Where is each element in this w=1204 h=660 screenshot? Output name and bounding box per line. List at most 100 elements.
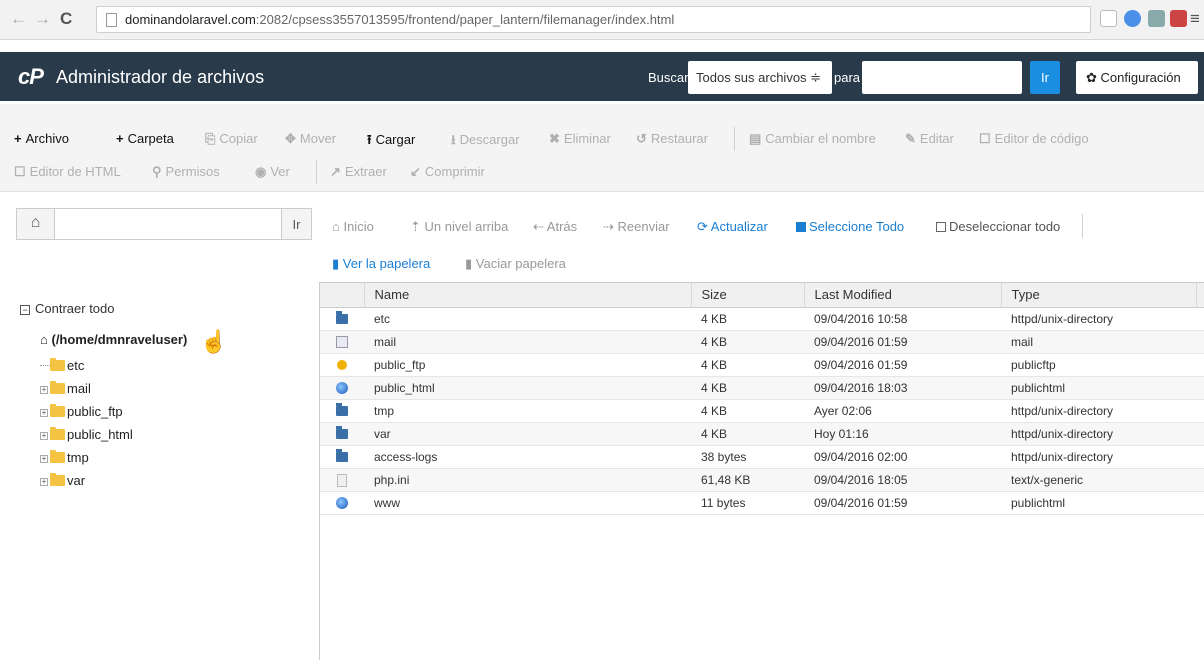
table-row[interactable]: mail 4 KB 09/04/2016 01:59 mail xyxy=(320,330,1204,354)
type-column-header[interactable]: Type xyxy=(1001,283,1197,308)
table-row[interactable]: php.ini 61,48 KB 09/04/2016 18:05 text/x-ge… xyxy=(320,468,1204,492)
toolbar-divider xyxy=(734,127,735,151)
address-bar[interactable]: dominandolaravel.com:2082/cpsess35570135… xyxy=(96,6,1091,33)
download-button[interactable]: ⭳ Descargar xyxy=(451,131,520,153)
file-icon-cell xyxy=(320,422,364,446)
code-editor-icon: ☐ xyxy=(979,131,991,146)
file-size: 61,48 KB xyxy=(691,468,804,492)
path-input[interactable] xyxy=(54,208,282,240)
edit-button[interactable]: ✎ Editar xyxy=(905,131,954,147)
bookmark-star-icon[interactable] xyxy=(1100,10,1117,27)
collapse-all-link[interactable]: − Contraer todo xyxy=(20,301,115,316)
extract-icon: ↗ xyxy=(330,164,341,179)
rename-button[interactable]: ▤ Cambiar el nombre xyxy=(749,131,876,147)
folder-icon xyxy=(50,404,65,417)
extension-icon[interactable] xyxy=(1148,10,1165,27)
view-trash-link[interactable]: ▮ Ver la papelera xyxy=(332,256,430,272)
tree-root[interactable]: ⌂ (/home/dmnraveluser) xyxy=(40,332,187,347)
search-scope-select[interactable]: Todos sus archivos ≑ xyxy=(688,61,832,94)
file-name[interactable]: tmp xyxy=(364,399,691,423)
delete-button[interactable]: ✖ Eliminar xyxy=(549,131,611,147)
empty-trash-link[interactable]: ▮ Vaciar papelera xyxy=(465,256,566,272)
tree-item-public-ftp[interactable]: + public_ftp xyxy=(40,404,123,419)
search-label: Buscar xyxy=(648,70,689,85)
button-label: Eliminar xyxy=(563,131,611,146)
file-size: 4 KB xyxy=(691,422,804,446)
tree-item-mail[interactable]: + mail xyxy=(40,381,91,396)
row-end xyxy=(1196,468,1204,492)
file-name[interactable]: var xyxy=(364,422,691,446)
folder-icon xyxy=(336,449,348,463)
upload-icon: ⭱ xyxy=(367,132,372,147)
button-label: Cambiar el nombre xyxy=(765,131,876,146)
extension-icon[interactable] xyxy=(1124,10,1141,27)
refresh-link[interactable]: ⟳ Actualizar xyxy=(697,219,768,235)
back-link[interactable]: ⇠ Atrás xyxy=(533,219,577,235)
code-editor-button[interactable]: ☐ Editor de código xyxy=(979,131,1089,147)
html-editor-button[interactable]: ☐ Editor de HTML xyxy=(14,164,121,180)
path-go-button[interactable]: Ir xyxy=(282,208,312,240)
file-name[interactable]: public_html xyxy=(364,376,691,400)
table-row[interactable]: public_html 4 KB 09/04/2016 18:03 publichtm… xyxy=(320,376,1204,400)
file-name[interactable]: mail xyxy=(364,330,691,354)
move-button[interactable]: ✥ Mover xyxy=(285,131,336,147)
pocket-icon[interactable] xyxy=(1170,10,1187,27)
file-icon-cell xyxy=(320,307,364,331)
copy-icon: ⎘ xyxy=(205,131,216,146)
compress-button[interactable]: ↙ Comprimir xyxy=(410,164,485,180)
table-header-row: Name Size Last Modified Type xyxy=(320,283,1204,308)
empty-trash-label: Vaciar papelera xyxy=(475,256,566,271)
view-button[interactable]: ◉ Ver xyxy=(255,164,290,180)
select-all-link[interactable]: Seleccione Todo xyxy=(796,219,904,234)
file-type: httpd/unix-directory xyxy=(1001,399,1196,423)
tree-item-var[interactable]: + var xyxy=(40,473,85,488)
button-label: Restaurar xyxy=(650,131,708,146)
deselect-all-link[interactable]: Deseleccionar todo xyxy=(936,219,1060,234)
table-row[interactable]: public_ftp 4 KB 09/04/2016 01:59 publicftp xyxy=(320,353,1204,377)
button-label: Permisos xyxy=(165,164,220,179)
table-row[interactable]: etc 4 KB 09/04/2016 10:58 httpd/unix-direct… xyxy=(320,307,1204,331)
file-icon-cell xyxy=(320,353,364,377)
upload-button[interactable]: ⭱ Cargar xyxy=(367,131,415,153)
tree-item-etc[interactable]: etc xyxy=(40,358,84,373)
extract-button[interactable]: ↗ Extraer xyxy=(330,164,387,180)
menu-icon[interactable]: ≡ xyxy=(1190,9,1200,29)
table-row[interactable]: var 4 KB Hoy 01:16 httpd/unix-directory xyxy=(320,422,1204,446)
search-go-button[interactable]: Ir xyxy=(1030,61,1060,94)
modified-column-header[interactable]: Last Modified xyxy=(804,283,1002,308)
file-size: 4 KB xyxy=(691,376,804,400)
settings-button[interactable]: ✿ Configuración xyxy=(1076,61,1198,94)
new-file-button[interactable]: + Archivo xyxy=(14,131,69,146)
tree-item-label: var xyxy=(67,473,86,488)
home-nav-link[interactable]: ⌂ Inicio xyxy=(332,219,374,234)
directory-tree-panel: ⌂ Ir − Contraer todo ⌂ (/home/dmnraveluse… xyxy=(0,192,316,660)
home-icon[interactable]: ⌂ xyxy=(16,208,54,240)
row-end xyxy=(1196,399,1204,423)
name-column-header[interactable]: Name xyxy=(364,283,692,308)
restore-button[interactable]: ↺ Restaurar xyxy=(636,131,708,147)
file-name[interactable]: access-logs xyxy=(364,445,691,469)
file-modified: 09/04/2016 01:59 xyxy=(804,330,1001,354)
file-name[interactable]: www xyxy=(364,491,691,515)
new-folder-button[interactable]: + Carpeta xyxy=(116,131,174,146)
checkbox-checked-icon xyxy=(796,222,806,232)
forward-link[interactable]: ⇢ Reenviar xyxy=(603,219,670,235)
up-one-level-link[interactable]: ⇡ Un nivel arriba xyxy=(410,219,508,235)
forward-arrow-icon[interactable]: → xyxy=(34,9,51,29)
tree-item-tmp[interactable]: + tmp xyxy=(40,450,89,465)
file-name[interactable]: public_ftp xyxy=(364,353,691,377)
file-name[interactable]: etc xyxy=(364,307,691,331)
back-arrow-icon[interactable]: ← xyxy=(10,9,27,29)
url-domain: dominandolaravel.com xyxy=(125,12,256,27)
copy-button[interactable]: ⎘ Copiar xyxy=(205,131,258,147)
tree-item-public-html[interactable]: + public_html xyxy=(40,427,133,442)
table-row[interactable]: tmp 4 KB Ayer 02:06 httpd/unix-directory xyxy=(320,399,1204,423)
table-row[interactable]: access-logs 38 bytes 09/04/2016 02:00 httpd… xyxy=(320,445,1204,469)
globe-icon xyxy=(336,497,348,510)
table-row[interactable]: www 11 bytes 09/04/2016 01:59 publichtml xyxy=(320,491,1204,515)
search-input[interactable] xyxy=(862,61,1022,94)
permissions-button[interactable]: ⚲ Permisos xyxy=(152,164,220,180)
reload-icon[interactable]: C xyxy=(60,9,72,29)
file-name[interactable]: php.ini xyxy=(364,468,691,492)
size-column-header[interactable]: Size xyxy=(691,283,805,308)
